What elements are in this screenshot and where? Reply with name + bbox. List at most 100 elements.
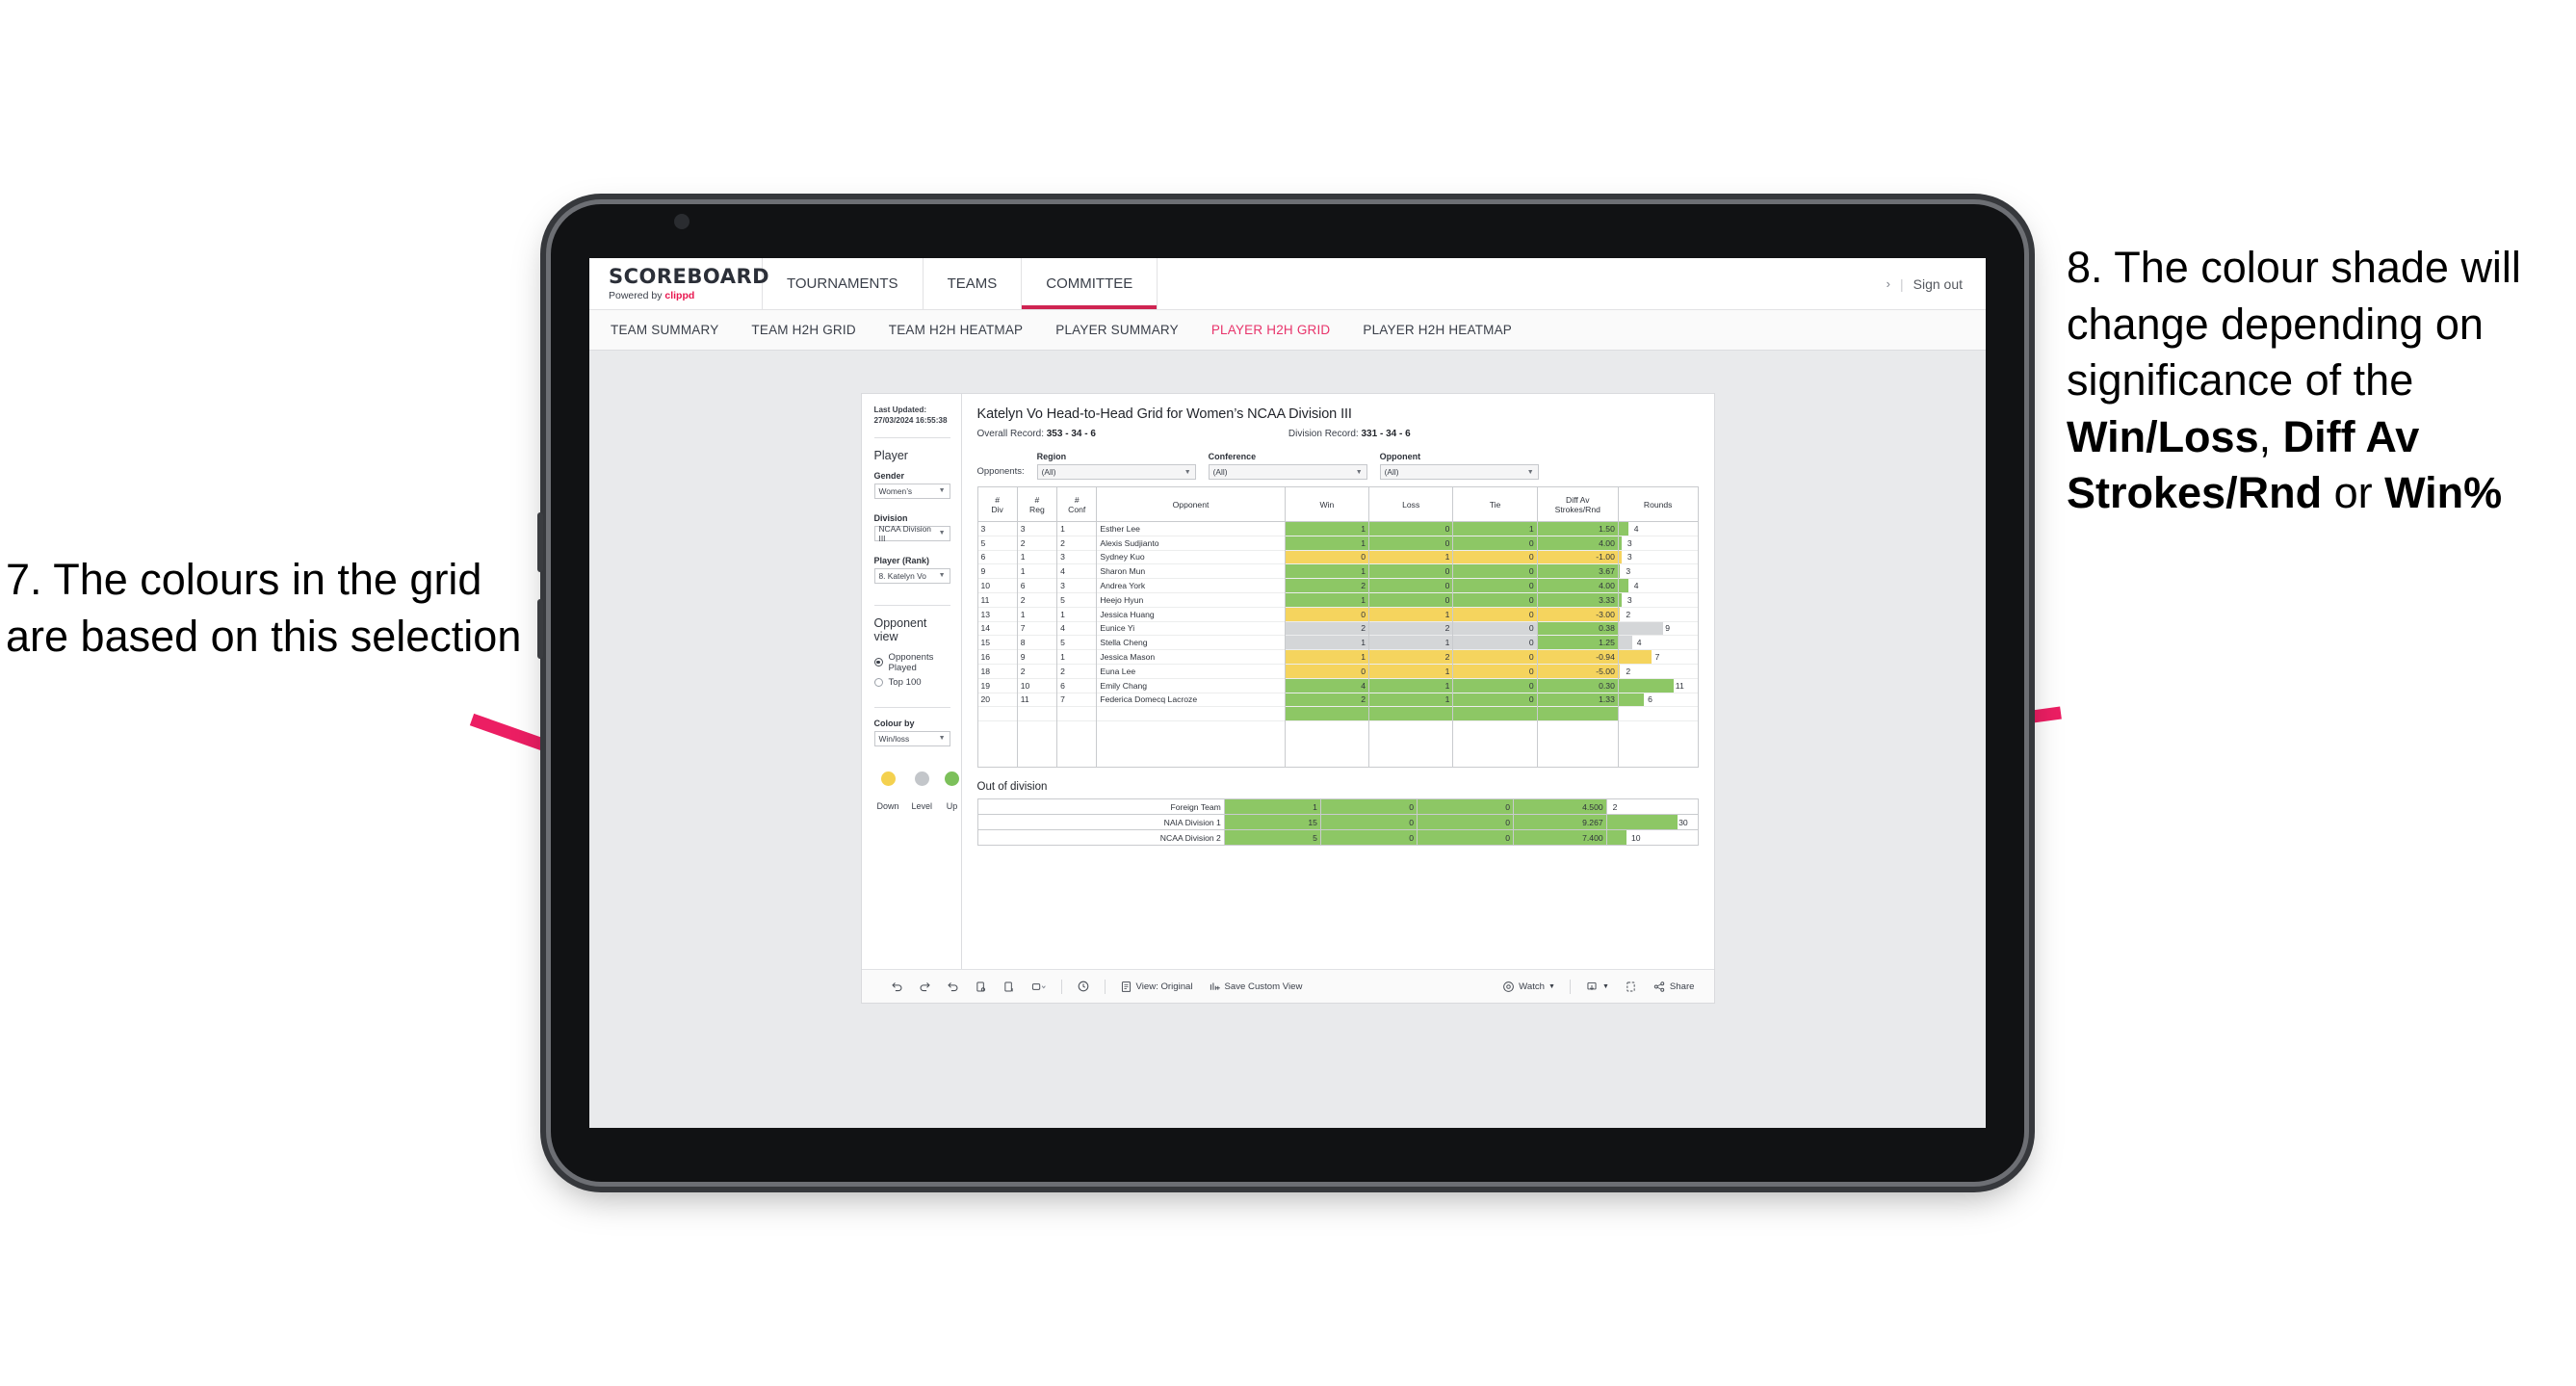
table-row[interactable]: Foreign Team 1 0 0 4.500 2 — [976, 798, 1699, 815]
cell-diff: 1.25 — [1536, 635, 1619, 650]
subnav-player-h2h-grid[interactable]: PLAYER H2H GRID — [1211, 323, 1331, 337]
subnav-team-h2h-heatmap[interactable]: TEAM H2H HEATMAP — [889, 323, 1023, 337]
cell-div: 9 — [976, 563, 1018, 579]
visualization-card: Last Updated: 27/03/2024 16:55:38 Player… — [860, 393, 1715, 1004]
table-row[interactable]: 10 6 3 Andrea York 2 0 0 4.00 4 — [976, 578, 1699, 593]
cell-rounds: 4 — [1617, 521, 1699, 536]
cell-rounds: 10 — [1605, 829, 1699, 846]
nav-teams[interactable]: TEAMS — [924, 258, 1023, 309]
cell-rounds-value: 2 — [1612, 801, 1618, 812]
filter-region-value: (All) — [1041, 467, 1056, 477]
cell-conf: 2 — [1056, 663, 1098, 679]
radio-opponents-played[interactable]: Opponents Played — [873, 652, 950, 673]
radio-top-100[interactable]: Top 100 — [873, 677, 950, 688]
table-row[interactable]: 5 2 2 Alexis Sudjianto 1 0 0 4.00 3 — [976, 535, 1699, 551]
watch-button[interactable]: Watch ▼ — [1495, 981, 1563, 993]
division-record: Division Record: 331 - 34 - 6 — [1288, 429, 1411, 439]
filter-division-select[interactable]: NCAA Division III ▼ — [873, 524, 950, 543]
chevron-right-icon[interactable]: › — [1886, 276, 1890, 291]
brand-logo[interactable]: SCOREBOARD Powered by clippd — [589, 258, 769, 309]
table-row[interactable]: 6 1 3 Sydney Kuo 0 1 0 -1.00 3 — [976, 549, 1699, 564]
cell-loss: 1 — [1368, 663, 1454, 679]
cell-diff: 9.267 — [1513, 814, 1607, 830]
opponent-filters: Opponents: Region (All) ▼ Conference (Al… — [977, 452, 1699, 480]
filter-region-select[interactable]: (All) ▼ — [1036, 464, 1196, 480]
annotation-right-text: 8. The colour shade will change dependin… — [2067, 240, 2576, 522]
table-row[interactable]: 13 1 1 Jessica Huang 0 1 0 -3.00 2 — [976, 606, 1699, 622]
chevron-down-icon: ▼ — [938, 530, 946, 537]
filter-player-rank-select[interactable]: 8. Katelyn Vo ▼ — [873, 567, 950, 584]
save-custom-view-button[interactable]: Save Custom View — [1201, 981, 1311, 993]
table-row[interactable]: 15 8 5 Stella Cheng 1 1 0 1.25 4 — [976, 635, 1699, 650]
table-row[interactable]: NAIA Division 1 15 0 0 9.267 30 — [976, 814, 1699, 830]
filter-conference-select[interactable]: (All) ▼ — [1208, 464, 1367, 480]
cell-loss: 0 — [1319, 829, 1418, 846]
filter-opponent-select[interactable]: (All) ▼ — [1379, 464, 1539, 480]
divider — [1569, 979, 1571, 994]
cell-tie: 0 — [1452, 649, 1538, 665]
table-header-row: # Div # Reg # Conf Opponent Win Loss Tie Di… — [976, 486, 1699, 522]
refresh-button[interactable] — [967, 981, 995, 993]
subnav-team-h2h-grid[interactable]: TEAM H2H GRID — [751, 323, 855, 337]
filter-gender-select[interactable]: Women’s ▼ — [873, 483, 950, 499]
cell-loss: 0 — [1368, 521, 1454, 536]
download-button[interactable]: ▼ — [1577, 981, 1617, 993]
table-row[interactable]: 18 2 2 Euna Lee 0 1 0 -5.00 2 — [976, 663, 1699, 679]
table-row[interactable]: NCAA Division 2 5 0 0 7.400 10 — [976, 829, 1699, 846]
col-loss: Loss — [1368, 486, 1454, 522]
cell-win: 0 — [1284, 549, 1370, 564]
cell-reg: 2 — [1016, 663, 1058, 679]
cell-tie: 0 — [1416, 829, 1515, 846]
table-row[interactable]: 9 1 4 Sharon Mun 1 0 0 3.67 3 — [976, 563, 1699, 579]
cell-div: 6 — [976, 549, 1018, 564]
table-row[interactable]: 3 3 1 Esther Lee 1 0 1 1.50 4 — [976, 521, 1699, 536]
sign-out-button[interactable]: Sign out — [1913, 276, 1963, 292]
cell-rounds-value: 3 — [1626, 566, 1631, 577]
revert-button[interactable] — [939, 981, 967, 993]
cell-conf: 6 — [1056, 677, 1098, 693]
cell-div: 5 — [976, 535, 1018, 551]
share-button[interactable]: Share — [1645, 981, 1714, 993]
cell-conf: 3 — [1056, 578, 1098, 593]
cell-reg: 2 — [1016, 535, 1058, 551]
cell-rounds-value: 10 — [1630, 832, 1641, 843]
radio-icon-selected — [873, 658, 883, 667]
fullscreen-button[interactable] — [1617, 981, 1645, 993]
pause-auto-update-button[interactable] — [1069, 980, 1098, 993]
division-record-value: 331 - 34 - 6 — [1361, 429, 1411, 439]
device-button[interactable] — [1023, 981, 1054, 993]
nav-committee[interactable]: COMMITTEE — [1022, 258, 1158, 309]
cell-diff: -5.00 — [1536, 663, 1619, 679]
table-row-partial[interactable] — [976, 706, 1699, 721]
table-row[interactable]: 14 7 4 Eunice Yi 2 2 0 0.38 9 — [976, 620, 1699, 636]
table-row[interactable]: 16 9 1 Jessica Mason 1 2 0 -0.94 7 — [976, 649, 1699, 665]
filter-colour-by-select[interactable]: Win/loss ▼ — [873, 730, 950, 746]
cell-reg: 8 — [1016, 635, 1058, 650]
cell-div — [976, 706, 1018, 721]
view-original-button[interactable]: View: Original — [1112, 981, 1201, 993]
cell-conf: 2 — [1056, 535, 1098, 551]
undo-button[interactable] — [883, 981, 911, 993]
cell-win: 2 — [1284, 620, 1370, 636]
cell-loss: 0 — [1368, 591, 1454, 608]
subnav-player-summary[interactable]: PLAYER SUMMARY — [1055, 323, 1179, 337]
nav-tournaments[interactable]: TOURNAMENTS — [763, 258, 924, 309]
redo-button[interactable] — [911, 981, 939, 993]
table-row[interactable]: 11 2 5 Heejo Hyun 1 0 0 3.33 3 — [976, 591, 1699, 608]
filter-opponent-value: (All) — [1384, 467, 1399, 477]
cell-win: 1 — [1284, 535, 1370, 551]
cell-diff: 0.30 — [1536, 677, 1619, 693]
cell-reg: 6 — [1016, 578, 1058, 593]
col-win: Win — [1284, 486, 1370, 522]
cell-diff: 3.33 — [1536, 591, 1619, 608]
subnav-player-h2h-heatmap[interactable]: PLAYER H2H HEATMAP — [1363, 323, 1512, 337]
cell-opponent: Euna Lee — [1096, 663, 1286, 679]
legend-dot-down — [880, 771, 896, 786]
cell-tie: 0 — [1416, 814, 1515, 830]
pause-button[interactable] — [995, 981, 1023, 993]
cell-rounds: 9 — [1617, 620, 1699, 636]
cell-opponent: Stella Cheng — [1096, 635, 1286, 650]
table-row[interactable]: 19 10 6 Emily Chang 4 1 0 0.30 11 — [976, 677, 1699, 693]
subnav-team-summary[interactable]: TEAM SUMMARY — [611, 323, 718, 337]
table-row[interactable]: 20 11 7 Federica Domecq Lacroze 2 1 0 1.33 6 — [976, 692, 1699, 707]
